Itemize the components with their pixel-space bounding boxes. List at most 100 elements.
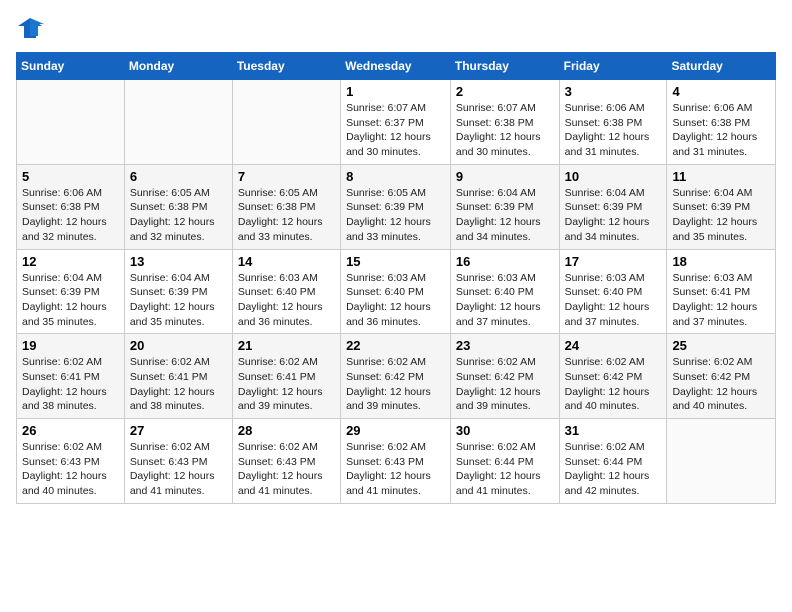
calendar-day-cell: 30 Sunrise: 6:02 AM Sunset: 6:44 PM Dayli…	[450, 419, 559, 504]
day-number: 8	[346, 169, 445, 184]
calendar-day-cell: 27 Sunrise: 6:02 AM Sunset: 6:43 PM Dayli…	[124, 419, 232, 504]
calendar-day-cell: 24 Sunrise: 6:02 AM Sunset: 6:42 PM Dayli…	[559, 334, 667, 419]
day-number: 5	[22, 169, 119, 184]
calendar-day-cell: 18Sunrise: 6:03 AM Sunset: 6:41 PM Dayli…	[667, 249, 776, 334]
calendar-week-row: 1 Sunrise: 6:07 AM Sunset: 6:37 PM Daylig…	[17, 80, 776, 165]
calendar-day-cell: 29 Sunrise: 6:02 AM Sunset: 6:43 PM Dayli…	[341, 419, 451, 504]
day-info: Sunrise: 6:04 AM Sunset: 6:39 PM Dayligh…	[130, 271, 227, 330]
day-number: 28	[238, 423, 335, 438]
page-header	[16, 16, 776, 40]
day-number: 15	[346, 254, 445, 269]
day-info: Sunrise: 6:02 AM Sunset: 6:42 PM Dayligh…	[456, 355, 554, 414]
day-info: Sunrise: 6:06 AM Sunset: 6:38 PM Dayligh…	[565, 101, 662, 160]
weekday-header-sunday: Sunday	[17, 53, 125, 80]
day-info: Sunrise: 6:05 AM Sunset: 6:38 PM Dayligh…	[130, 186, 227, 245]
calendar-day-cell: 28 Sunrise: 6:02 AM Sunset: 6:43 PM Dayli…	[232, 419, 340, 504]
calendar-empty-cell	[124, 80, 232, 165]
day-info: Sunrise: 6:02 AM Sunset: 6:41 PM Dayligh…	[130, 355, 227, 414]
calendar-day-cell: 10 Sunrise: 6:04 AM Sunset: 6:39 PM Dayli…	[559, 164, 667, 249]
day-info: Sunrise: 6:06 AM Sunset: 6:38 PM Dayligh…	[672, 101, 770, 160]
day-number: 9	[456, 169, 554, 184]
calendar-week-row: 26 Sunrise: 6:02 AM Sunset: 6:43 PM Dayli…	[17, 419, 776, 504]
calendar-day-cell: 5 Sunrise: 6:06 AM Sunset: 6:38 PM Daylig…	[17, 164, 125, 249]
day-number: 24	[565, 338, 662, 353]
day-info: Sunrise: 6:05 AM Sunset: 6:39 PM Dayligh…	[346, 186, 445, 245]
day-number: 14	[238, 254, 335, 269]
day-info: Sunrise: 6:04 AM Sunset: 6:39 PM Dayligh…	[565, 186, 662, 245]
calendar-day-cell: 21 Sunrise: 6:02 AM Sunset: 6:41 PM Dayli…	[232, 334, 340, 419]
calendar-day-cell: 26 Sunrise: 6:02 AM Sunset: 6:43 PM Dayli…	[17, 419, 125, 504]
day-info: Sunrise: 6:06 AM Sunset: 6:38 PM Dayligh…	[22, 186, 119, 245]
day-number: 25	[672, 338, 770, 353]
day-number: 10	[565, 169, 662, 184]
day-info: Sunrise: 6:02 AM Sunset: 6:43 PM Dayligh…	[238, 440, 335, 499]
day-number: 17	[565, 254, 662, 269]
day-number: 16	[456, 254, 554, 269]
day-info: Sunrise: 6:03 AM Sunset: 6:40 PM Dayligh…	[456, 271, 554, 330]
day-number: 20	[130, 338, 227, 353]
day-number: 1	[346, 84, 445, 99]
day-number: 27	[130, 423, 227, 438]
day-number: 22	[346, 338, 445, 353]
day-info: Sunrise: 6:02 AM Sunset: 6:41 PM Dayligh…	[238, 355, 335, 414]
calendar-day-cell: 25 Sunrise: 6:02 AM Sunset: 6:42 PM Dayli…	[667, 334, 776, 419]
day-number: 23	[456, 338, 554, 353]
calendar-day-cell: 6 Sunrise: 6:05 AM Sunset: 6:38 PM Daylig…	[124, 164, 232, 249]
day-info: Sunrise: 6:02 AM Sunset: 6:41 PM Dayligh…	[22, 355, 119, 414]
day-number: 12	[22, 254, 119, 269]
calendar-day-cell: 22 Sunrise: 6:02 AM Sunset: 6:42 PM Dayli…	[341, 334, 451, 419]
day-info: Sunrise: 6:07 AM Sunset: 6:37 PM Dayligh…	[346, 101, 445, 160]
day-info: Sunrise: 6:03 AM Sunset: 6:40 PM Dayligh…	[565, 271, 662, 330]
day-info: Sunrise: 6:07 AM Sunset: 6:38 PM Dayligh…	[456, 101, 554, 160]
calendar-week-row: 19 Sunrise: 6:02 AM Sunset: 6:41 PM Dayli…	[17, 334, 776, 419]
weekday-header-row: SundayMondayTuesdayWednesdayThursdayFrid…	[17, 53, 776, 80]
calendar-day-cell: 31 Sunrise: 6:02 AM Sunset: 6:44 PM Dayli…	[559, 419, 667, 504]
calendar-week-row: 12 Sunrise: 6:04 AM Sunset: 6:39 PM Dayli…	[17, 249, 776, 334]
day-number: 18	[672, 254, 770, 269]
logo-icon	[16, 16, 44, 40]
weekday-header-saturday: Saturday	[667, 53, 776, 80]
calendar-day-cell: 3 Sunrise: 6:06 AM Sunset: 6:38 PM Daylig…	[559, 80, 667, 165]
calendar-day-cell: 19 Sunrise: 6:02 AM Sunset: 6:41 PM Dayli…	[17, 334, 125, 419]
day-info: Sunrise: 6:02 AM Sunset: 6:44 PM Dayligh…	[565, 440, 662, 499]
calendar-table: SundayMondayTuesdayWednesdayThursdayFrid…	[16, 52, 776, 504]
day-number: 19	[22, 338, 119, 353]
calendar-empty-cell	[667, 419, 776, 504]
day-number: 26	[22, 423, 119, 438]
calendar-week-row: 5 Sunrise: 6:06 AM Sunset: 6:38 PM Daylig…	[17, 164, 776, 249]
calendar-day-cell: 9 Sunrise: 6:04 AM Sunset: 6:39 PM Daylig…	[450, 164, 559, 249]
day-number: 21	[238, 338, 335, 353]
weekday-header-monday: Monday	[124, 53, 232, 80]
day-info: Sunrise: 6:03 AM Sunset: 6:40 PM Dayligh…	[346, 271, 445, 330]
day-number: 13	[130, 254, 227, 269]
day-info: Sunrise: 6:04 AM Sunset: 6:39 PM Dayligh…	[456, 186, 554, 245]
day-info: Sunrise: 6:02 AM Sunset: 6:42 PM Dayligh…	[672, 355, 770, 414]
logo	[16, 16, 48, 40]
day-number: 2	[456, 84, 554, 99]
calendar-day-cell: 13 Sunrise: 6:04 AM Sunset: 6:39 PM Dayli…	[124, 249, 232, 334]
calendar-day-cell: 20 Sunrise: 6:02 AM Sunset: 6:41 PM Dayli…	[124, 334, 232, 419]
weekday-header-wednesday: Wednesday	[341, 53, 451, 80]
day-info: Sunrise: 6:02 AM Sunset: 6:43 PM Dayligh…	[346, 440, 445, 499]
day-info: Sunrise: 6:03 AM Sunset: 6:40 PM Dayligh…	[238, 271, 335, 330]
calendar-day-cell: 8 Sunrise: 6:05 AM Sunset: 6:39 PM Daylig…	[341, 164, 451, 249]
day-info: Sunrise: 6:02 AM Sunset: 6:42 PM Dayligh…	[346, 355, 445, 414]
calendar-empty-cell	[17, 80, 125, 165]
day-number: 3	[565, 84, 662, 99]
day-number: 29	[346, 423, 445, 438]
day-number: 7	[238, 169, 335, 184]
calendar-day-cell: 16 Sunrise: 6:03 AM Sunset: 6:40 PM Dayli…	[450, 249, 559, 334]
day-info: Sunrise: 6:02 AM Sunset: 6:42 PM Dayligh…	[565, 355, 662, 414]
day-info: Sunrise: 6:02 AM Sunset: 6:43 PM Dayligh…	[130, 440, 227, 499]
day-info: Sunrise: 6:02 AM Sunset: 6:44 PM Dayligh…	[456, 440, 554, 499]
calendar-day-cell: 11Sunrise: 6:04 AM Sunset: 6:39 PM Dayli…	[667, 164, 776, 249]
day-info: Sunrise: 6:02 AM Sunset: 6:43 PM Dayligh…	[22, 440, 119, 499]
weekday-header-friday: Friday	[559, 53, 667, 80]
day-number: 30	[456, 423, 554, 438]
calendar-day-cell: 12Sunrise: 6:04 AM Sunset: 6:39 PM Dayli…	[17, 249, 125, 334]
weekday-header-tuesday: Tuesday	[232, 53, 340, 80]
calendar-day-cell: 14 Sunrise: 6:03 AM Sunset: 6:40 PM Dayli…	[232, 249, 340, 334]
day-info: Sunrise: 6:05 AM Sunset: 6:38 PM Dayligh…	[238, 186, 335, 245]
day-number: 31	[565, 423, 662, 438]
day-number: 6	[130, 169, 227, 184]
